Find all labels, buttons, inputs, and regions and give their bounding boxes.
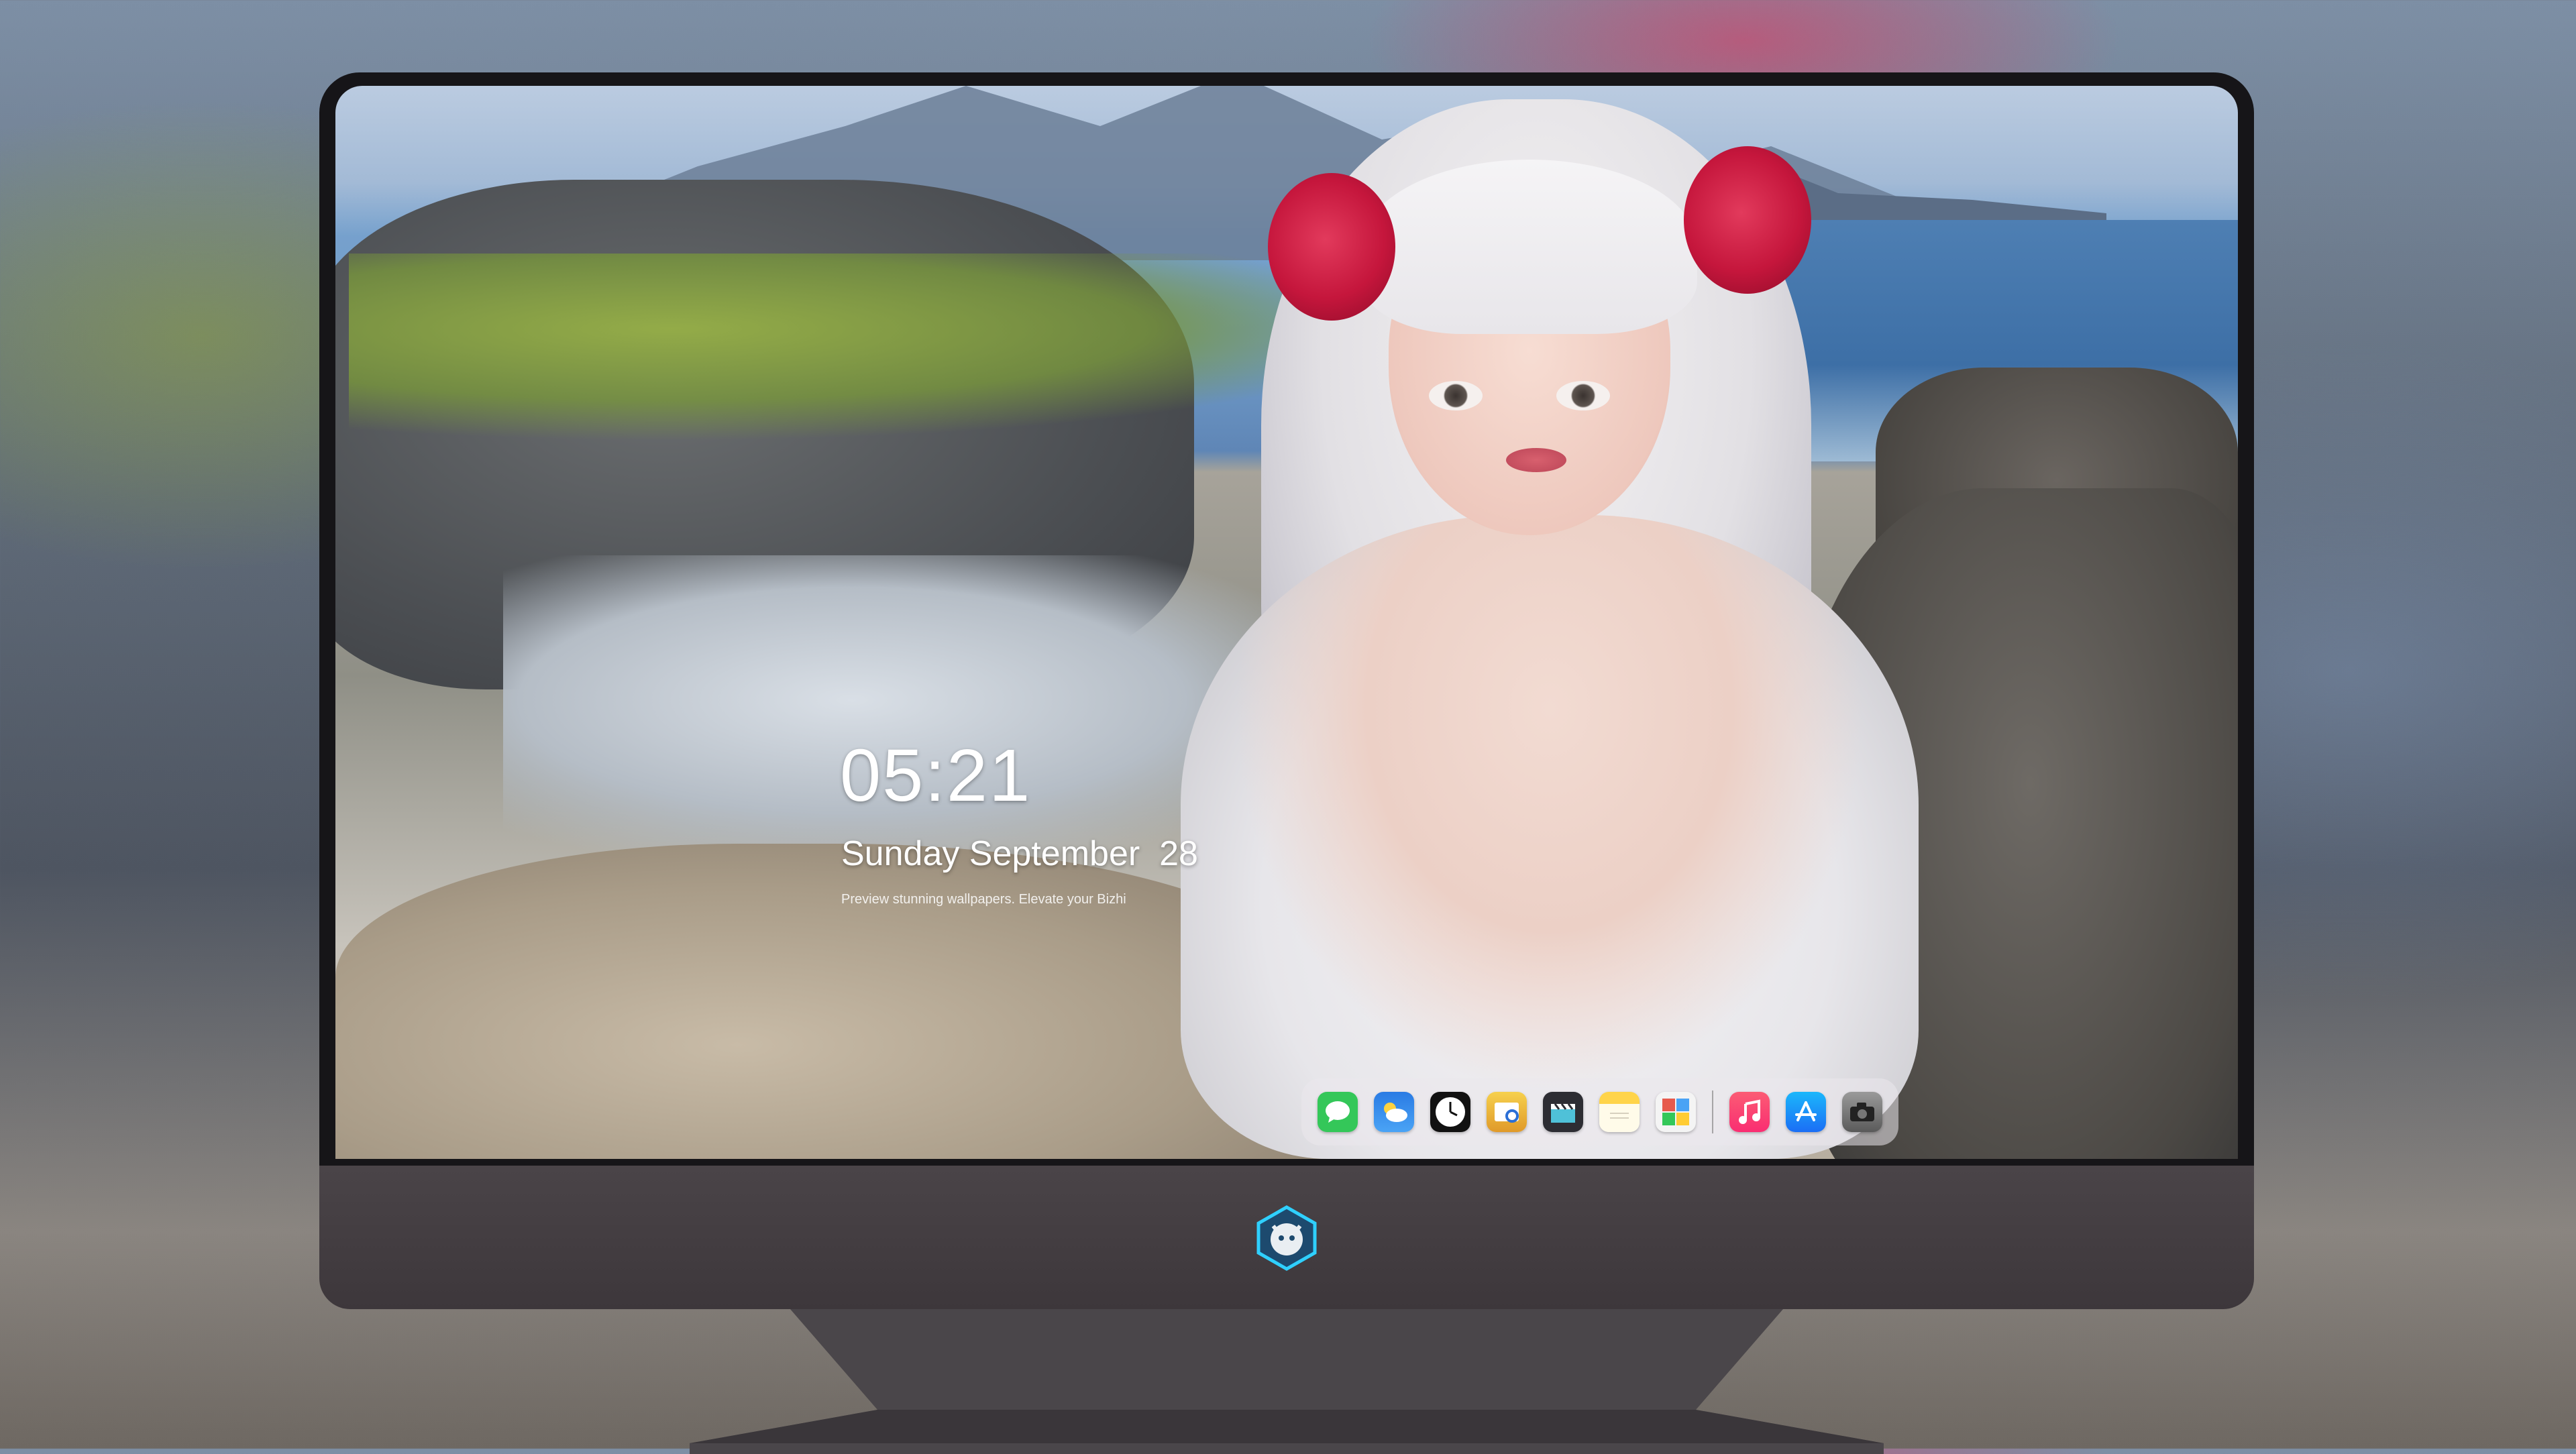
lips [1506, 448, 1566, 472]
clapper-icon[interactable] [1543, 1092, 1583, 1132]
right-rose [1684, 146, 1811, 294]
music-icon[interactable] [1729, 1092, 1770, 1132]
dock [1301, 1078, 1898, 1145]
monitor: 05:21 Sunday September 28 Preview stunni… [319, 72, 2254, 1454]
photo-booth-icon[interactable] [1656, 1092, 1696, 1132]
right-eye [1556, 381, 1610, 410]
lockscreen-tagline: Preview stunning wallpapers. Elevate you… [841, 892, 1126, 907]
mascot-logo-icon [1256, 1205, 1317, 1271]
monitor-bezel: 05:21 Sunday September 28 Preview stunni… [319, 72, 2254, 1166]
left-rose [1268, 173, 1395, 321]
app-store-icon[interactable] [1786, 1092, 1826, 1132]
notes-icon[interactable] [1599, 1092, 1640, 1132]
monitor-stand [690, 1309, 1884, 1454]
weather-icon[interactable] [1374, 1092, 1414, 1132]
lockscreen-date: Sunday September 28 [841, 834, 1198, 873]
left-eye [1429, 381, 1483, 410]
outfit [1181, 515, 1919, 1159]
clock-icon[interactable] [1430, 1092, 1470, 1132]
preview-icon[interactable] [1487, 1092, 1527, 1132]
bangs [1362, 160, 1697, 334]
wallpaper-portrait [1140, 99, 2012, 1159]
monitor-chin [319, 1166, 2254, 1309]
lockscreen-time: 05:21 [840, 734, 1032, 817]
messages-icon[interactable] [1318, 1092, 1358, 1132]
camera-icon[interactable] [1842, 1092, 1882, 1132]
dock-separator [1712, 1090, 1713, 1133]
lock-screen[interactable]: 05:21 Sunday September 28 Preview stunni… [335, 86, 2238, 1159]
